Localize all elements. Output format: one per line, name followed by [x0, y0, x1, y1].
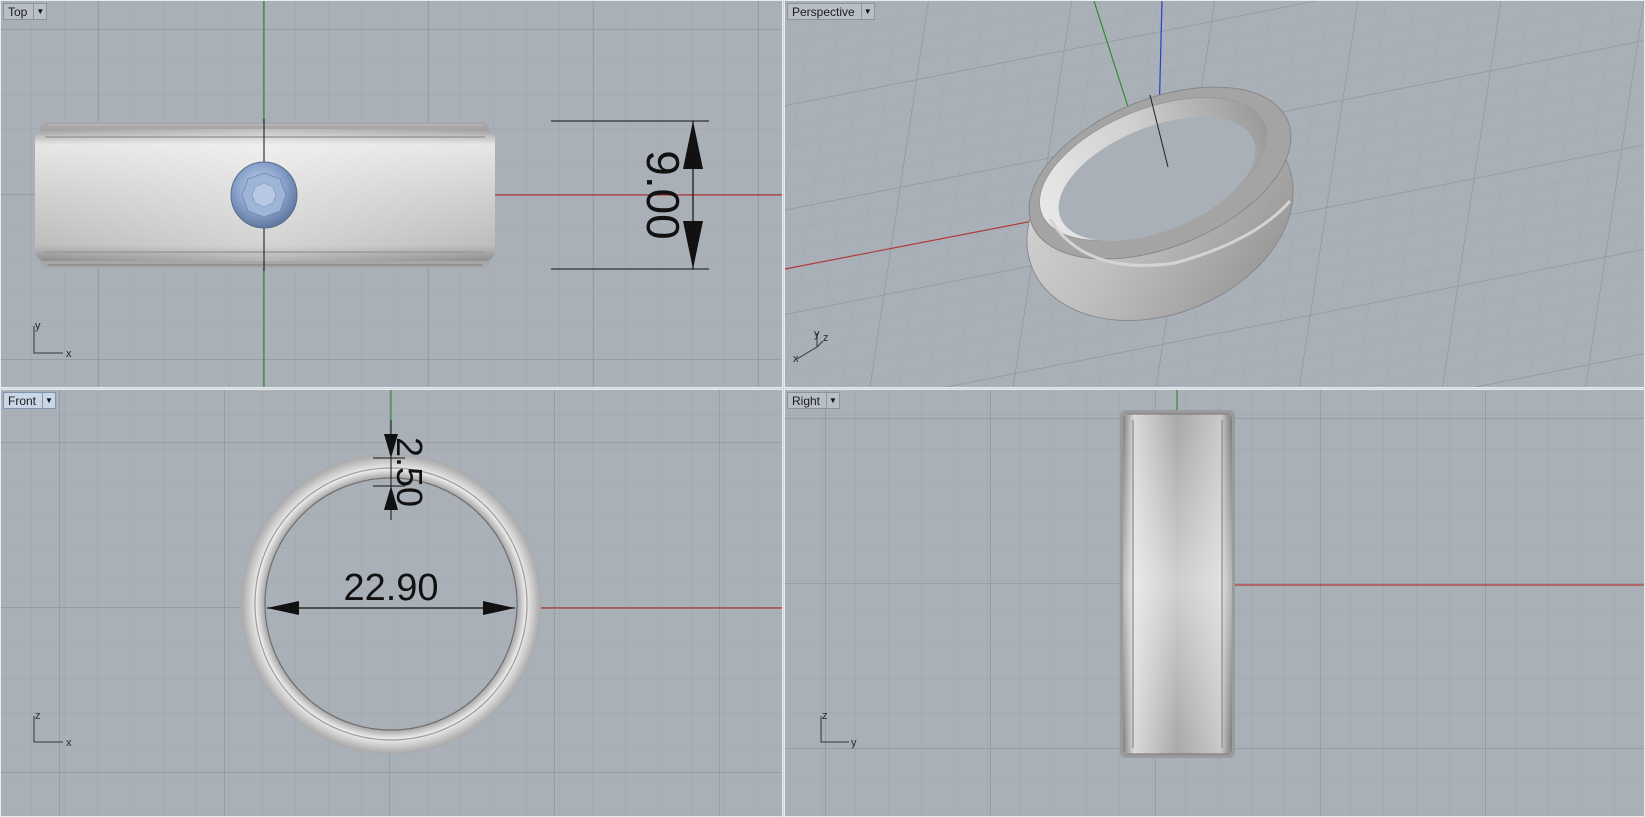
svg-text:y: y	[35, 320, 41, 332]
front-view-canvas[interactable]: 2.50 22.90 x z	[1, 390, 783, 817]
dimension-width-text: 9.00	[637, 150, 689, 240]
viewport-top[interactable]: 9.00 x y Top ▼	[0, 0, 783, 388]
viewport-right[interactable]: y z Right ▼	[784, 389, 1645, 817]
svg-text:y: y	[851, 737, 857, 749]
perspective-view-canvas[interactable]: x y z	[785, 1, 1645, 388]
viewport-front[interactable]: 2.50 22.90 x z Front ▼	[0, 389, 783, 817]
svg-text:z: z	[822, 710, 828, 722]
viewport-title: Front	[8, 393, 37, 408]
svg-text:z: z	[35, 710, 41, 722]
triangle-down-icon[interactable]: ▼	[826, 393, 839, 408]
rhino-workspace: 9.00 x y Top ▼ x y z Perspective ▼ 2.50 …	[0, 0, 1645, 817]
svg-text:y: y	[814, 328, 820, 340]
triangle-down-icon[interactable]: ▼	[42, 393, 55, 408]
triangle-down-icon[interactable]: ▼	[860, 4, 874, 19]
right-view-canvas[interactable]: y z	[785, 390, 1645, 817]
viewport-tab-perspective[interactable]: Perspective ▼	[787, 3, 875, 20]
top-view-canvas[interactable]: 9.00 x y	[1, 1, 783, 388]
svg-text:x: x	[66, 348, 72, 360]
viewport-tab-right[interactable]: Right ▼	[787, 392, 841, 409]
viewport-tab-front[interactable]: Front ▼	[3, 392, 57, 409]
svg-text:x: x	[66, 737, 72, 749]
gemstone[interactable]	[230, 161, 298, 229]
ring-right-view[interactable]	[1120, 410, 1235, 758]
dimension-diameter-text: 22.90	[343, 567, 438, 609]
dimension-thickness-text: 2.50	[389, 437, 430, 507]
svg-text:x: x	[793, 353, 799, 365]
triangle-down-icon[interactable]: ▼	[33, 4, 46, 19]
viewport-perspective[interactable]: x y z Perspective ▼	[784, 0, 1645, 388]
svg-text:z: z	[823, 332, 829, 344]
viewport-title: Right	[792, 393, 821, 408]
viewport-tab-top[interactable]: Top ▼	[3, 3, 48, 20]
viewport-title: Perspective	[792, 4, 855, 19]
viewport-title: Top	[8, 4, 28, 19]
